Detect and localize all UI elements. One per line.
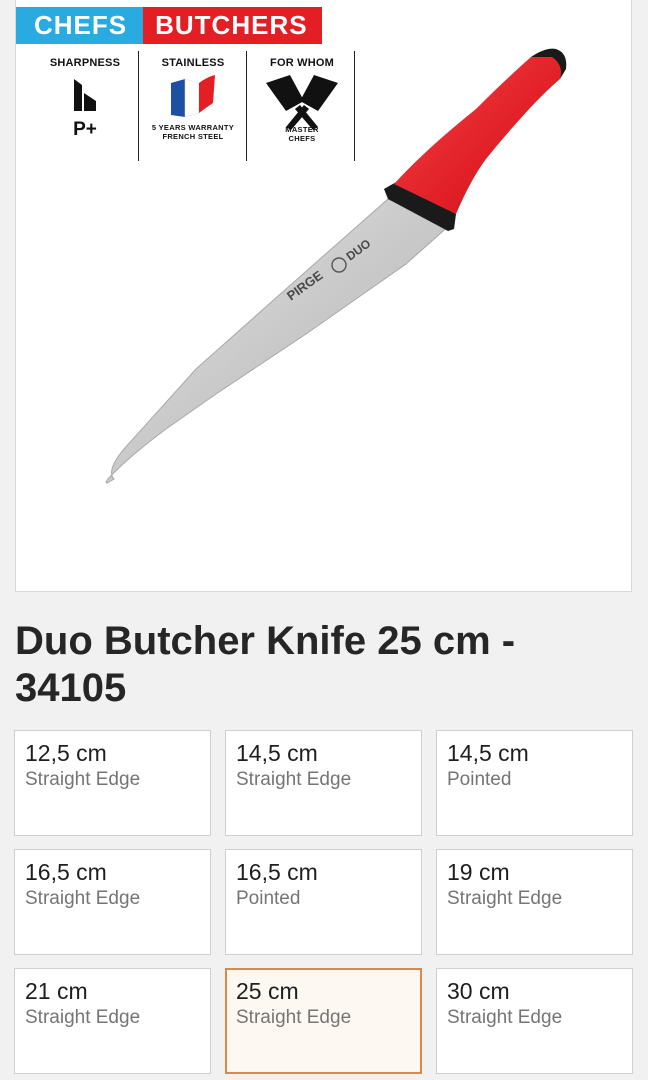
- variant-size: 16,5 cm: [236, 859, 318, 885]
- variant-option[interactable]: 16,5 cm Straight Edge: [14, 849, 211, 955]
- variant-type: Straight Edge: [236, 1007, 352, 1028]
- variant-type: Straight Edge: [447, 888, 563, 909]
- variant-type: Straight Edge: [25, 1007, 141, 1028]
- variant-option[interactable]: 12,5 cm Straight Edge: [14, 730, 211, 836]
- variant-type: Straight Edge: [25, 888, 141, 909]
- knife-handle: [394, 49, 563, 214]
- variant-option[interactable]: 21 cm Straight Edge: [14, 968, 211, 1074]
- variant-selector: 12,5 cm Straight Edge 14,5 cm Straight E…: [14, 730, 634, 1078]
- variant-type: Straight Edge: [236, 769, 352, 790]
- variant-option[interactable]: 30 cm Straight Edge: [436, 968, 633, 1074]
- knife-blade: [105, 198, 452, 484]
- variant-option[interactable]: 14,5 cm Straight Edge: [225, 730, 422, 836]
- variant-size: 14,5 cm: [447, 740, 529, 766]
- variant-size: 30 cm: [447, 978, 510, 1004]
- knife-illustration: PIRGE DUO: [105, 48, 567, 484]
- variant-type: Straight Edge: [447, 1007, 563, 1028]
- variant-size: 19 cm: [447, 859, 510, 885]
- variant-option[interactable]: 19 cm Straight Edge: [436, 849, 633, 955]
- product-title: Duo Butcher Knife 25 cm - 34105: [15, 619, 516, 710]
- variant-size: 21 cm: [25, 978, 88, 1004]
- variant-option[interactable]: 14,5 cm Pointed: [436, 730, 633, 836]
- variant-option-selected[interactable]: 25 cm Straight Edge: [225, 968, 422, 1074]
- variant-size: 14,5 cm: [236, 740, 318, 766]
- variant-size: 25 cm: [236, 978, 299, 1004]
- variant-option[interactable]: 16,5 cm Pointed: [225, 849, 422, 955]
- variant-type: Straight Edge: [25, 769, 141, 790]
- variant-type: Pointed: [236, 888, 301, 909]
- variant-type: Pointed: [447, 769, 512, 790]
- variant-size: 16,5 cm: [25, 859, 107, 885]
- product-image[interactable]: CHEFS BUTCHERS SHARPNESS P+ STAINLESS 5 …: [15, 0, 632, 592]
- variant-size: 12,5 cm: [25, 740, 107, 766]
